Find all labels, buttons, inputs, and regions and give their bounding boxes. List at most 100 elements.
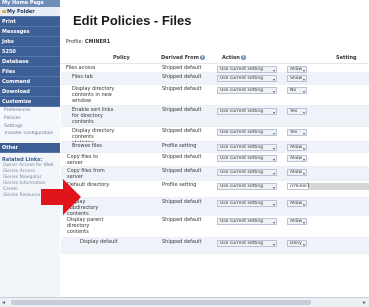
action-select[interactable]: Use current setting ▾ <box>217 144 277 151</box>
policy-name: Display directory contents in new window <box>72 86 115 104</box>
chevron-down-icon: ▾ <box>272 146 275 151</box>
chevron-down-icon: ▾ <box>302 89 305 94</box>
derived-from: Shipped default <box>162 199 202 205</box>
chevron-down-icon: ▾ <box>272 171 275 176</box>
setting-select[interactable]: No ▾ <box>287 87 307 94</box>
table-row: Display parent directory contents Shipped… <box>61 216 369 238</box>
chevron-down-icon: ▾ <box>302 146 305 151</box>
table-row: Display subdirectory contents Shipped def… <box>61 198 369 217</box>
action-select[interactable]: Use current setting ▾ <box>217 75 277 82</box>
action-select[interactable]: Use current setting ▾ <box>217 218 277 225</box>
chevron-down-icon: ▾ <box>272 110 275 115</box>
sidebar-item-5250[interactable]: 5250 <box>0 47 60 57</box>
chevron-down-icon: ▾ <box>302 110 305 115</box>
derived-from: Profile setting <box>162 182 197 188</box>
setting-select[interactable]: Yes ▾ <box>287 108 307 115</box>
folder-icon <box>2 10 6 13</box>
sidebar-item-jobs[interactable]: Jobs <box>0 37 60 47</box>
chevron-down-icon: ▾ <box>302 131 305 136</box>
chevron-down-icon: ▾ <box>272 77 275 82</box>
action-select[interactable]: Use current setting ▾ <box>217 155 277 162</box>
policy-name: Files tab <box>72 74 93 80</box>
sidebar-item-messages[interactable]: Messages <box>0 27 60 37</box>
derived-from: Shipped default <box>162 86 202 92</box>
sidebar-subitem-preferences[interactable]: Preferences <box>0 107 60 115</box>
sidebar-home[interactable]: My Home Page <box>0 0 60 7</box>
sidebar-item-print[interactable]: Print <box>0 17 60 27</box>
setting-select[interactable]: Deny ▾ <box>287 240 307 247</box>
chevron-down-icon: ▾ <box>302 77 305 82</box>
profile-value: CMINER1 <box>84 39 111 45</box>
action-select[interactable]: Use current setting ▾ <box>217 66 277 73</box>
sidebar-item-customize[interactable]: Customize <box>0 97 60 107</box>
policy-name: Display parent directory contents <box>67 217 104 235</box>
policies-table: Policy Derived From? Action? Setting Fil… <box>61 53 369 254</box>
table-row: Enable sort links for directory contents… <box>61 106 369 127</box>
table-row: Default directory Profile setting Use curr… <box>61 181 369 198</box>
policy-name: Browse files <box>72 143 103 149</box>
chevron-down-icon: ▾ <box>272 157 275 162</box>
sidebar-subitem-settings[interactable]: Settings <box>0 123 60 131</box>
derived-from: Shipped default <box>162 65 202 71</box>
action-select[interactable]: Use current setting ▾ <box>217 240 277 247</box>
column-header-setting: Setting <box>336 55 357 61</box>
derived-from: Shipped default <box>162 154 202 160</box>
setting-select[interactable]: Allow ▾ <box>287 169 307 176</box>
policy-name: Files access <box>66 65 96 71</box>
chevron-down-icon: ▾ <box>272 220 275 225</box>
sidebar-item-download[interactable]: Download <box>0 87 60 97</box>
profile-label: Profile: <box>66 39 84 45</box>
table-row: Browse files Profile setting Use current s… <box>61 142 369 153</box>
sidebar-item-command[interactable]: Command <box>0 77 60 87</box>
sidebar-item-files[interactable]: Files <box>0 67 60 77</box>
action-select[interactable]: Use current setting ▾ <box>217 87 277 94</box>
sidebar-item-other[interactable]: Other <box>0 143 60 153</box>
table-row: Display directory contents in new window… <box>61 85 369 106</box>
action-select[interactable]: Use current setting ▾ <box>217 169 277 176</box>
page-title: Edit Policies - Files <box>73 13 192 28</box>
setting-select[interactable]: Allow ▾ <box>287 66 307 73</box>
policy-name: Copy files to server <box>67 154 99 166</box>
chevron-down-icon: ▾ <box>272 185 275 190</box>
setting-select[interactable]: Allow ▾ <box>287 200 307 207</box>
setting-select[interactable]: Allow ▾ <box>287 144 307 151</box>
derived-from: Shipped default <box>162 217 202 223</box>
scroll-left-icon[interactable]: ◂ <box>2 299 5 306</box>
chevron-down-icon: ▾ <box>272 131 275 136</box>
column-header-action: Action? <box>222 55 246 61</box>
action-select[interactable]: Use current setting ▾ <box>217 129 277 136</box>
scroll-right-icon[interactable]: ▸ <box>363 299 366 306</box>
chevron-down-icon: ▾ <box>302 157 305 162</box>
table-row: Copy files to server Shipped default Use c… <box>61 153 369 167</box>
chevron-down-icon: ▾ <box>272 242 275 247</box>
table-header: Policy Derived From? Action? Setting <box>61 53 369 64</box>
scrollbar-thumb[interactable] <box>11 300 311 305</box>
derived-from: Shipped default <box>162 128 202 134</box>
column-header-derived-from: Derived From? <box>161 55 205 61</box>
red-arrow-annotation <box>41 179 81 215</box>
action-select[interactable]: Use current setting ▾ <box>217 108 277 115</box>
chevron-down-icon: ▾ <box>272 89 275 94</box>
chevron-down-icon: ▾ <box>272 202 275 207</box>
table-row: Files tab Shipped default Use current sett… <box>61 73 369 85</box>
horizontal-scrollbar[interactable]: ◂ ▸ <box>0 297 369 307</box>
setting-select[interactable]: Allow ▾ <box>287 218 307 225</box>
setting-text-field[interactable]: /cminer1 <box>287 183 310 190</box>
action-select[interactable]: Use current setting ▾ <box>217 183 277 190</box>
action-select[interactable]: Use current setting ▾ <box>217 200 277 207</box>
help-icon[interactable]: ? <box>199 55 205 60</box>
setting-select[interactable]: Allow ▾ <box>287 155 307 162</box>
sidebar-item-database[interactable]: Database <box>0 57 60 67</box>
help-icon[interactable]: ? <box>240 55 246 60</box>
sidebar: My Home Page My Folder Print Messages Jo… <box>0 0 60 297</box>
setting-select[interactable]: Show ▾ <box>287 75 307 82</box>
chevron-down-icon: ▾ <box>302 202 305 207</box>
sidebar-subitem-transfer-configuration[interactable]: Transfer configuration <box>0 131 60 143</box>
derived-from: Shipped default <box>162 239 202 245</box>
sidebar-subitem-policies[interactable]: Policies <box>0 115 60 123</box>
derived-from: Profile setting <box>162 143 197 149</box>
sidebar-item-my-folder[interactable]: My Folder <box>0 7 60 17</box>
table-row: Files access Shipped default Use current s… <box>61 64 369 73</box>
setting-select[interactable]: Yes ▾ <box>287 129 307 136</box>
derived-from: Shipped default <box>162 74 202 80</box>
